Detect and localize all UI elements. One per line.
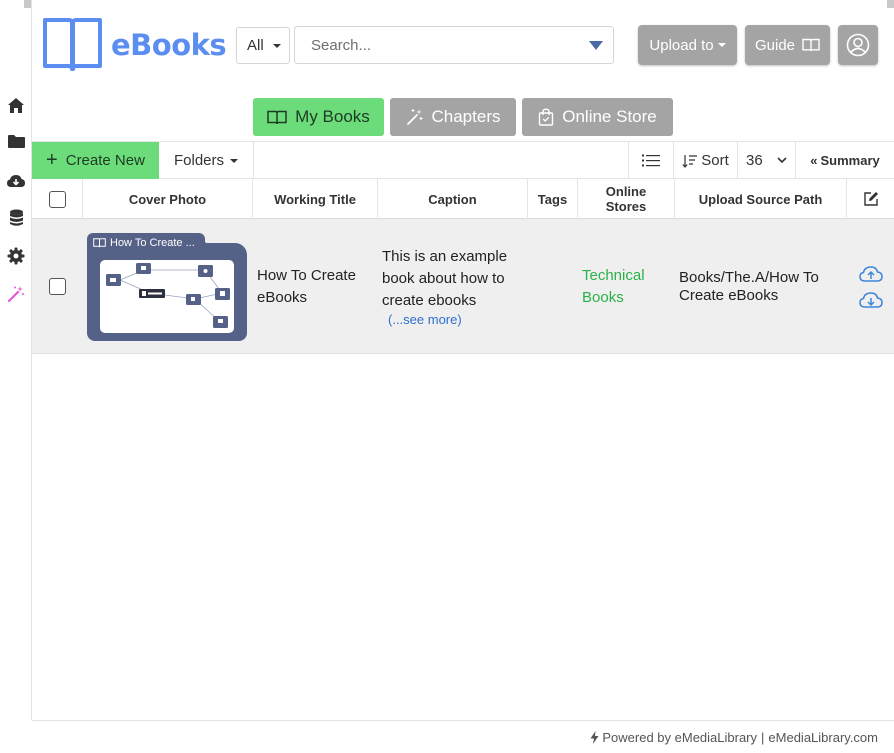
table-header: Cover Photo Working Title Caption Tags O… bbox=[32, 179, 894, 219]
select-all-checkbox[interactable] bbox=[48, 190, 66, 208]
sidebar bbox=[0, 0, 32, 720]
page-scrollbar-thumb[interactable] bbox=[887, 0, 894, 8]
shopping-bag-icon bbox=[539, 108, 554, 126]
edit-icon[interactable] bbox=[863, 191, 879, 207]
row-actions-cell bbox=[847, 219, 894, 354]
column-header-caption[interactable]: Caption bbox=[378, 179, 528, 219]
see-more-link[interactable]: (...see more) bbox=[388, 312, 462, 327]
column-header-path[interactable]: Upload Source Path bbox=[675, 179, 847, 219]
chevron-down-icon bbox=[777, 157, 787, 164]
home-icon[interactable] bbox=[6, 95, 26, 115]
cover-title-tab: How To Create ... bbox=[87, 233, 205, 253]
book-icon bbox=[267, 110, 287, 124]
cloud-download-icon[interactable] bbox=[6, 170, 26, 190]
tab-online-store-label: Online Store bbox=[562, 107, 657, 126]
upload-path: Books/The.A/How To Create eBooks bbox=[679, 268, 819, 304]
sort-label: Sort bbox=[701, 152, 729, 169]
book-icon bbox=[93, 238, 106, 248]
tags-cell bbox=[528, 219, 578, 354]
cover-tab-edge bbox=[199, 233, 213, 253]
tab-chapters[interactable]: Chapters bbox=[390, 98, 516, 136]
folders-dropdown[interactable]: Folders bbox=[159, 142, 254, 179]
sort-icon bbox=[682, 154, 698, 168]
lightning-bolt-icon bbox=[590, 730, 599, 744]
double-chevron-left-icon: « bbox=[810, 153, 818, 168]
book-icon bbox=[802, 38, 820, 52]
column-header-tags[interactable]: Tags bbox=[528, 179, 578, 219]
powered-by-text[interactable]: Powered by eMediaLibrary bbox=[602, 730, 757, 745]
store-link[interactable]: Technical Books bbox=[582, 265, 672, 309]
user-avatar-icon bbox=[846, 33, 870, 57]
edit-columns-cell bbox=[847, 179, 894, 219]
upload-to-label: Upload to bbox=[649, 36, 714, 54]
column-header-cover[interactable]: Cover Photo bbox=[83, 179, 253, 219]
sort-button[interactable]: Sort bbox=[673, 142, 737, 179]
folder-diagram-illustration bbox=[106, 263, 230, 328]
online-stores-cell: Technical Books bbox=[582, 219, 672, 354]
caption-text: This is an example book about how to cre… bbox=[382, 248, 508, 309]
create-new-label: Create New bbox=[65, 152, 145, 169]
list-icon bbox=[642, 154, 660, 167]
column-header-title[interactable]: Working Title bbox=[253, 179, 378, 219]
chevron-down-icon bbox=[717, 43, 726, 47]
table-row[interactable]: How To Create ... How To Create eBooks T… bbox=[32, 219, 894, 354]
select-all-cell bbox=[32, 179, 83, 219]
plus-icon: + bbox=[46, 149, 58, 171]
working-title-cell: How To Create eBooks bbox=[257, 219, 375, 354]
search-box bbox=[294, 26, 614, 64]
column-header-stores[interactable]: Online Stores bbox=[578, 179, 675, 219]
app-name: eBooks bbox=[111, 27, 227, 62]
tab-online-store[interactable]: Online Store bbox=[522, 98, 673, 136]
page-size-select[interactable]: 36 bbox=[737, 142, 795, 179]
row-checkbox[interactable] bbox=[49, 278, 66, 295]
account-button[interactable] bbox=[838, 25, 878, 65]
summary-label: Summary bbox=[820, 153, 880, 168]
guide-button[interactable]: Guide bbox=[745, 25, 830, 65]
create-new-button[interactable]: + Create New bbox=[32, 142, 159, 179]
tab-my-books[interactable]: My Books bbox=[253, 98, 384, 136]
row-select-cell bbox=[32, 219, 83, 354]
cover-title-label: How To Create ... bbox=[110, 237, 195, 249]
footer-separator: | bbox=[761, 729, 765, 745]
search-scope-dropdown[interactable]: All bbox=[236, 27, 290, 64]
app-logo[interactable]: eBooks bbox=[42, 16, 227, 73]
open-book-icon bbox=[43, 18, 102, 71]
working-title[interactable]: How To Create eBooks bbox=[257, 265, 375, 309]
upload-to-button[interactable]: Upload to bbox=[638, 25, 737, 65]
folder-icon[interactable] bbox=[6, 131, 26, 151]
scrollbar-thumb[interactable] bbox=[24, 0, 31, 8]
cover-photo[interactable]: How To Create ... bbox=[87, 233, 247, 341]
list-view-button[interactable] bbox=[628, 142, 673, 179]
search-dropdown-icon[interactable] bbox=[589, 41, 603, 50]
summary-toggle-button[interactable]: « Summary bbox=[795, 142, 894, 179]
cloud-download-icon[interactable] bbox=[858, 291, 883, 309]
folders-label: Folders bbox=[173, 152, 225, 169]
magic-wand-icon[interactable] bbox=[6, 284, 26, 304]
chevron-down-icon bbox=[230, 158, 239, 163]
search-input[interactable] bbox=[295, 27, 565, 63]
page-size-value: 36 bbox=[746, 152, 763, 169]
database-icon[interactable] bbox=[6, 208, 26, 228]
tab-chapters-label: Chapters bbox=[431, 107, 501, 126]
chevron-down-icon bbox=[272, 43, 281, 48]
tab-my-books-label: My Books bbox=[295, 107, 370, 126]
toolbar: + Create New Folders Sort 36 « Summary bbox=[32, 141, 894, 179]
search-scope-value: All bbox=[247, 37, 264, 54]
cloud-upload-icon[interactable] bbox=[858, 265, 883, 283]
upload-path-cell: Books/The.A/How To Create eBooks bbox=[679, 219, 839, 354]
site-link[interactable]: eMediaLibrary.com bbox=[768, 730, 878, 745]
guide-label: Guide bbox=[754, 36, 796, 54]
magic-wand-icon bbox=[406, 109, 422, 125]
footer: Powered by eMediaLibrary | eMediaLibrary… bbox=[32, 720, 894, 753]
gear-icon[interactable] bbox=[6, 246, 26, 266]
caption-cell: This is an example book about how to cre… bbox=[382, 219, 526, 354]
cover-thumbnail bbox=[100, 260, 234, 333]
